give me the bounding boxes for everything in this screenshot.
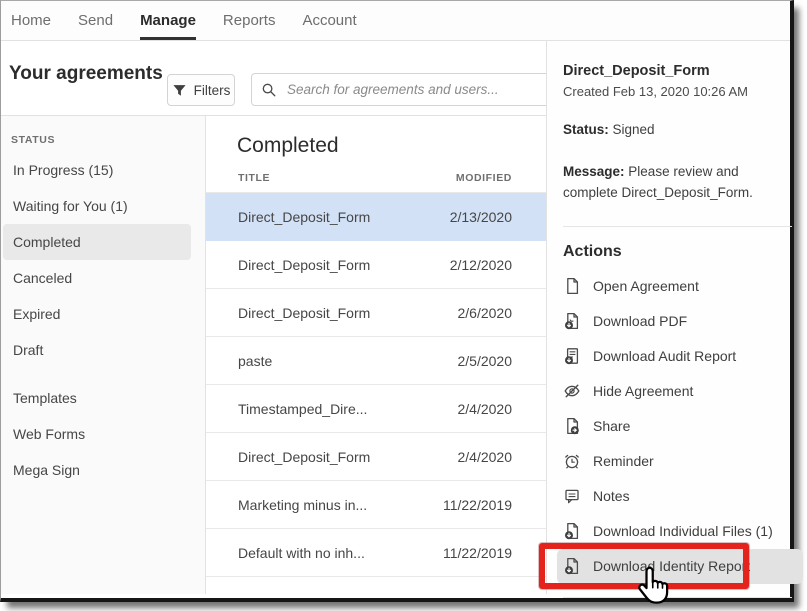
action-share[interactable]: Share (563, 409, 785, 444)
table-row[interactable]: Timestamped_Dire... 2/4/2020 (206, 385, 546, 433)
sidebar-item-expired[interactable]: Expired (3, 296, 191, 332)
alarm-clock-icon (563, 452, 581, 470)
action-label: Download Individual Files (1) (593, 523, 773, 539)
row-title: Default with no inh... (238, 545, 365, 561)
message-label: Message: (563, 164, 625, 179)
row-modified: 2/13/2020 (450, 209, 512, 225)
nav-manage[interactable]: Manage (140, 1, 196, 40)
filters-label: Filters (194, 83, 231, 98)
document-icon (563, 277, 581, 295)
app-window: Home Send Manage Reports Account Your ag… (0, 0, 794, 602)
sidebar-item-mega-sign[interactable]: Mega Sign (3, 452, 191, 488)
download-file-icon (563, 522, 581, 540)
action-download-individual-files[interactable]: Download Individual Files (1) (563, 514, 785, 549)
action-hide-agreement[interactable]: Hide Agreement (563, 374, 785, 409)
actions-heading: Actions (563, 243, 790, 261)
nav-account[interactable]: Account (302, 1, 356, 40)
status-value: Signed (613, 122, 655, 137)
download-pdf-icon (563, 312, 581, 330)
download-file-icon (563, 557, 581, 575)
agreement-status: Status: Signed (563, 120, 790, 141)
detail-panel: Direct_Deposit_Form Created Feb 13, 2020… (546, 41, 790, 594)
row-title: Marketing minus in... (238, 497, 367, 513)
agreement-message: Message: Please review and complete Dire… (563, 162, 790, 204)
row-modified: 2/4/2020 (458, 449, 513, 465)
action-label: Share (593, 418, 630, 434)
action-label: Download PDF (593, 313, 687, 329)
status-section-label: STATUS (11, 134, 205, 146)
table-row[interactable]: Direct_Deposit_Form 2/12/2020 (206, 241, 546, 289)
action-label: Hide Agreement (593, 383, 693, 399)
agreement-created: Created Feb 13, 2020 10:26 AM (563, 84, 790, 99)
table-row[interactable]: paste 2/5/2020 (206, 337, 546, 385)
page-title: Your agreements (9, 63, 163, 85)
list-column-headers: TITLE MODIFIED (206, 172, 546, 193)
sidebar-item-waiting-for-you[interactable]: Waiting for You (1) (3, 188, 191, 224)
notes-icon (563, 487, 581, 505)
row-modified: 2/6/2020 (458, 305, 513, 321)
agreement-title: Direct_Deposit_Form (563, 63, 790, 79)
row-title: Direct_Deposit_Form (238, 305, 370, 321)
row-title: Direct_Deposit_Form (238, 449, 370, 465)
sidebar-item-in-progress[interactable]: In Progress (15) (3, 152, 191, 188)
action-label: Download Audit Report (593, 348, 736, 364)
row-modified: 2/12/2020 (450, 257, 512, 273)
row-title: Timestamped_Dire... (238, 401, 367, 417)
row-modified: 2/5/2020 (458, 353, 513, 369)
action-download-pdf[interactable]: Download PDF (563, 304, 785, 339)
row-title: Direct_Deposit_Form (238, 209, 370, 225)
top-nav: Home Send Manage Reports Account (1, 1, 790, 41)
list-heading: Completed (237, 134, 546, 158)
screenshot: Home Send Manage Reports Account Your ag… (0, 0, 807, 611)
sidebar-item-templates[interactable]: Templates (3, 380, 191, 416)
table-row[interactable]: Direct_Deposit_Form 2/13/2020 (206, 193, 546, 241)
action-open-agreement[interactable]: Open Agreement (563, 269, 785, 304)
row-modified: 11/22/2019 (443, 545, 512, 561)
action-reminder[interactable]: Reminder (563, 444, 785, 479)
status-label: Status: (563, 122, 609, 137)
action-notes[interactable]: Notes (563, 479, 785, 514)
table-row[interactable]: Default with no inh... 11/22/2019 (206, 529, 546, 577)
sidebar-item-completed[interactable]: Completed (3, 224, 191, 260)
action-label: Notes (593, 488, 630, 504)
search-box[interactable] (251, 73, 550, 106)
table-row[interactable]: Direct_Deposit_Form 2/6/2020 (206, 289, 546, 337)
sidebar-item-draft[interactable]: Draft (3, 332, 191, 368)
column-title[interactable]: TITLE (238, 172, 270, 184)
search-input[interactable] (285, 81, 540, 98)
share-icon (563, 417, 581, 435)
agreements-list: Completed TITLE MODIFIED Direct_Deposit_… (206, 116, 546, 594)
filter-funnel-icon (172, 83, 187, 98)
sidebar-item-web-forms[interactable]: Web Forms (3, 416, 191, 452)
page-header: Your agreements Filters (1, 41, 546, 116)
sidebar-item-canceled[interactable]: Canceled (3, 260, 191, 296)
panel-bottom-divider (563, 597, 792, 598)
action-label: Download Identity Report (593, 558, 750, 574)
action-label: Reminder (593, 453, 654, 469)
row-title: paste (238, 353, 272, 369)
action-label: Open Agreement (593, 278, 699, 294)
download-report-icon (563, 347, 581, 365)
nav-reports[interactable]: Reports (223, 1, 276, 40)
filters-button[interactable]: Filters (167, 74, 235, 106)
row-modified: 11/22/2019 (443, 497, 512, 513)
eye-off-icon (563, 382, 581, 400)
table-row[interactable]: Direct_Deposit_Form 2/4/2020 (206, 433, 546, 481)
column-modified[interactable]: MODIFIED (456, 172, 512, 184)
sidebar-group-gap (1, 368, 205, 380)
nav-send[interactable]: Send (78, 1, 113, 40)
action-download-identity-report[interactable]: Download Identity Report (557, 549, 803, 584)
search-icon (261, 82, 277, 98)
action-download-audit-report[interactable]: Download Audit Report (563, 339, 785, 374)
row-modified: 2/4/2020 (458, 401, 513, 417)
table-row[interactable]: Marketing minus in... 11/22/2019 (206, 481, 546, 529)
list-rows: Direct_Deposit_Form 2/13/2020 Direct_Dep… (206, 193, 546, 577)
panel-divider (563, 226, 792, 227)
status-sidebar: STATUS In Progress (15) Waiting for You … (1, 116, 206, 594)
nav-home[interactable]: Home (11, 1, 51, 40)
row-title: Direct_Deposit_Form (238, 257, 370, 273)
